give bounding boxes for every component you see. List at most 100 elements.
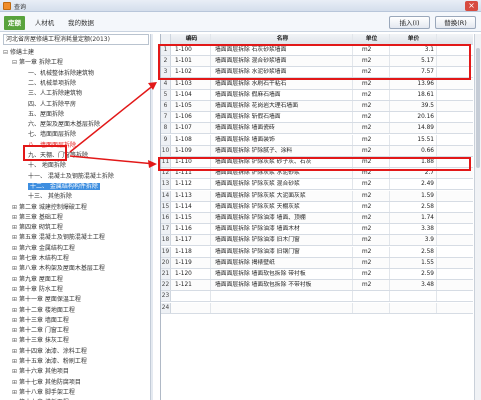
expand-toggle-icon[interactable]: ⊞ (12, 203, 19, 213)
table-row[interactable]: 18 1-117 墙面面层拆除 铲除油漆 旧木门窗 m2 3.9 (161, 235, 473, 247)
tree-item[interactable]: ⊞ 第十二章 门窗工程 (12, 326, 69, 336)
expand-toggle-icon[interactable]: ⊞ (12, 264, 19, 274)
tree-item[interactable]: ⊞ 第二章 城建控制爆破工程 (12, 203, 87, 213)
expand-toggle-icon[interactable]: ⊞ (12, 213, 19, 223)
table-row[interactable]: 17 1-116 墙面面层拆除 铲除油漆 墙面木材 m2 3.38 (161, 224, 473, 236)
expand-toggle-icon[interactable]: ⊞ (12, 285, 19, 295)
tree-item[interactable]: ⊞ 第六章 金属结构工程 (12, 244, 75, 254)
tree-item[interactable]: 六、屋架及屋面木基层拆除 (21, 120, 100, 130)
expand-toggle-icon[interactable]: ⊞ (12, 254, 19, 264)
tree-item[interactable]: ⊞ 第十三章 抹灰工程 (12, 336, 69, 346)
cell-code: 1-104 (173, 89, 211, 100)
expand-toggle-icon[interactable]: ⊞ (12, 326, 19, 336)
close-icon[interactable]: × (465, 1, 478, 11)
table-row[interactable]: 22 1-121 墙面面层拆除 墙面软包拆除 不带衬板 m2 3.48 (161, 280, 473, 292)
expand-toggle-icon[interactable]: ⊟ (3, 48, 10, 58)
header-price: 单价 (391, 34, 437, 44)
cell-name: 墙面面层拆除 花岗岩大理石墙面 (213, 101, 353, 111)
tree-item[interactable]: ⊞ 第十三章 墙面工程 (12, 316, 69, 326)
expand-toggle-icon[interactable]: ⊞ (12, 244, 19, 254)
table-row[interactable]: 13 1-112 墙面面层拆除 铲除灰浆 混合砂浆 m2 2.49 (161, 179, 473, 191)
tree-item[interactable]: 十一、 混凝土及钢筋混凝土拆除 (21, 172, 114, 182)
tab-quota[interactable]: 定额 (4, 16, 25, 30)
tree-item[interactable]: ⊞ 第五章 混凝土及钢筋混凝土工程 (12, 233, 105, 243)
tree-item[interactable]: 二、机械单项拆除 (21, 79, 76, 89)
expand-toggle-icon[interactable]: ⊞ (12, 275, 19, 285)
tree-item[interactable]: ⊞ 第十五章 油漆、粉刷工程 (12, 357, 87, 367)
table-row[interactable]: 15 1-114 墙面面层拆除 铲除灰浆 天棚灰浆 m2 2.58 (161, 201, 473, 213)
expand-toggle-icon[interactable]: ⊞ (12, 357, 19, 367)
header-unit: 单位 (354, 34, 390, 44)
tree-item[interactable]: 四、人工拆除平房 (21, 100, 76, 110)
tree-item[interactable]: 十二、 金属结构构件拆除 (21, 182, 100, 192)
tree-item-label: 五、屋面拆除 (28, 110, 65, 118)
table-row[interactable]: 23 (161, 291, 473, 303)
cell-price: 2.59 (391, 269, 437, 279)
tab-materials[interactable]: 人材机 (31, 16, 58, 30)
tree-item[interactable]: ⊞ 第九章 屋面工程 (12, 275, 63, 285)
table-row[interactable]: 14 1-113 墙面面层拆除 铲除灰浆 大泥面灰浆 m2 1.59 (161, 190, 473, 202)
table-row[interactable]: 19 1-118 墙面面层拆除 铲除油漆 旧钢门窗 m2 2.58 (161, 246, 473, 258)
tree-item[interactable]: 一、机械整体拆除建筑物 (21, 69, 94, 79)
tree-item[interactable]: 三、人工拆除建筑物 (21, 89, 82, 99)
chapter-tree: ⊟ 修缮土建 ⊟ 第一章 拆除工程 一、机械整体拆除建筑物二、机械单项拆除 三、人工拆除建… (0, 48, 150, 400)
vertical-scrollbar[interactable] (474, 34, 481, 400)
table-row[interactable]: 10 1-109 墙面面层拆除 铲除腻子、涂料 m2 0.66 (161, 145, 473, 157)
splitter[interactable] (150, 34, 153, 400)
table-row[interactable]: 20 1-119 墙面面层拆除 揭裱壁纸 m2 1.55 (161, 257, 473, 269)
cell-unit: m2 (354, 224, 390, 235)
expand-toggle-icon[interactable]: ⊞ (12, 306, 19, 316)
tree-item[interactable]: ⊞ 第十章 防水工程 (12, 285, 63, 295)
tree-item[interactable]: 五、屋面拆除 (21, 110, 64, 120)
tree-item[interactable]: ⊞ 第十六章 其他项目 (12, 367, 69, 377)
tree-item[interactable]: 十三、 其他拆除 (21, 192, 72, 202)
table-row[interactable]: 7 1-106 墙面面层拆除 斩假石墙面 m2 20.16 (161, 112, 473, 124)
table-row[interactable]: 9 1-108 墙面面层拆除 墙面装饰 m2 15.51 (161, 134, 473, 146)
insert-button[interactable]: 插入(I) (389, 16, 430, 29)
cell-name: 墙面面层拆除 铲除灰浆 大泥面灰浆 (213, 190, 353, 201)
expand-toggle-icon[interactable]: ⊞ (12, 223, 19, 233)
cell-code: 1-120 (173, 269, 211, 279)
tab-my-data[interactable]: 我的数据 (64, 16, 98, 30)
replace-button[interactable]: 替换(R) (435, 16, 476, 29)
expand-toggle-icon[interactable]: ⊞ (12, 347, 19, 357)
expand-toggle-icon[interactable]: ⊟ (12, 58, 19, 68)
expand-toggle-icon[interactable]: ⊞ (12, 316, 19, 326)
expand-toggle-icon[interactable]: ⊞ (12, 378, 19, 388)
cell-code: 1-121 (173, 280, 211, 291)
tree-item[interactable]: 七、墙面面层拆除 (21, 130, 76, 140)
expand-toggle-icon[interactable]: ⊞ (12, 233, 19, 243)
cell-code: 1-109 (173, 145, 211, 156)
table-row[interactable]: 4 1-103 墙面面层拆除 水刷石干粘石 m2 13.96 (161, 78, 473, 90)
cell-code (173, 302, 211, 313)
cell-name: 墙面面层拆除 墙面软包拆除 带衬板 (213, 269, 353, 279)
tree-item[interactable]: ⊟ 修缮土建 (3, 48, 34, 58)
tree-item[interactable]: ⊟ 第一章 拆除工程 (12, 58, 63, 68)
table-row[interactable]: 24 (161, 302, 473, 314)
expand-toggle-icon[interactable]: ⊞ (12, 336, 19, 346)
table-row[interactable]: 8 1-107 墙面面层拆除 墙面瓷砖 m2 14.89 (161, 123, 473, 135)
library-selector[interactable]: 河北省房屋修缮工程消耗量定额(2013) (3, 34, 149, 45)
tree-item[interactable]: ⊞ 第十七章 其他防腐项目 (12, 378, 81, 388)
tree-item[interactable]: ⊞ 第十二章 楼地面工程 (12, 306, 75, 316)
tree-item-label: 第六章 金属结构工程 (19, 244, 75, 252)
table-row[interactable]: 21 1-120 墙面面层拆除 墙面软包拆除 带衬板 m2 2.59 (161, 269, 473, 280)
row-number: 20 (161, 257, 171, 268)
tree-item[interactable]: ⊞ 第七章 木结构工程 (12, 254, 69, 264)
tree-item[interactable]: ⊞ 第十一章 屋面保温工程 (12, 295, 81, 305)
tree-item[interactable]: 十、 地面拆除 (21, 161, 66, 171)
tree-item[interactable]: ⊞ 第十八章 脚手架工程 (12, 388, 75, 398)
tree-item[interactable]: ⊞ 第十四章 油漆、涂料工程 (12, 347, 87, 357)
table-row[interactable]: 5 1-104 墙面面层拆除 假麻石墙面 m2 18.61 (161, 89, 473, 101)
tree-item[interactable]: ⊞ 第四章 砌筑工程 (12, 223, 63, 233)
table-row[interactable]: 16 1-115 墙面面层拆除 铲除油漆 墙面、顶棚 m2 1.74 (161, 213, 473, 224)
tree-item[interactable]: ⊞ 第八章 木构架及屋面木基层工程 (12, 264, 105, 274)
scrollbar-thumb[interactable] (476, 48, 480, 168)
table-row[interactable]: 6 1-105 墙面面层拆除 花岗岩大理石墙面 m2 39.5 (161, 101, 473, 112)
tree-item[interactable]: ⊞ 第三章 基础工程 (12, 213, 63, 223)
expand-toggle-icon[interactable]: ⊞ (12, 295, 19, 305)
expand-toggle-icon[interactable]: ⊞ (12, 367, 19, 377)
cell-code: 1-117 (173, 235, 211, 246)
tree-item-label: 一、机械整体拆除建筑物 (28, 69, 95, 77)
expand-toggle-icon[interactable]: ⊞ (12, 388, 19, 398)
